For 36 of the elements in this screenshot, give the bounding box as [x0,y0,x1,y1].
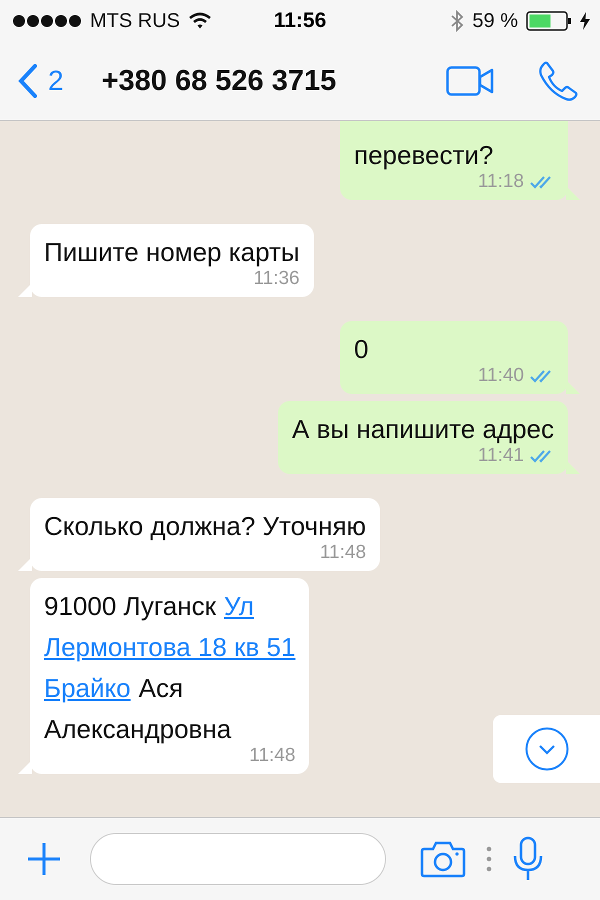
message-text: Пишите номер карты [44,236,300,269]
back-button[interactable]: 2 [18,63,64,99]
message-time: 11:48 [249,744,296,768]
address-link[interactable]: Брайко [44,668,131,709]
message-time: 11:40 [478,364,524,388]
message-input-field[interactable] [90,833,386,885]
wifi-icon [188,12,212,30]
message-time: 11:48 [320,541,366,565]
contact-phone-number: +380 68 526 3715 [102,64,338,98]
video-call-icon[interactable] [446,66,494,96]
more-dots-icon [486,846,492,872]
microphone-icon[interactable] [512,836,544,882]
battery-percent: 59 % [472,10,518,32]
message-text: 91000 Луганск [44,590,216,623]
chevron-down-icon [524,727,568,771]
address-link[interactable]: Ул [224,586,254,627]
charging-icon [580,12,590,30]
message-time: 11:36 [253,267,300,291]
clock-time: 11:56 [272,9,328,33]
message-text: Сколько должна? Уточняю [44,510,366,543]
address-link[interactable]: Лермонтова 18 кв 51 [44,627,296,668]
carrier-name: MTS RUS [90,10,180,32]
signal-icon [12,14,82,28]
message-time: 11:41 [478,444,524,468]
message-text: Ася [138,672,184,705]
battery-icon [526,11,572,31]
phone-call-icon[interactable] [538,61,578,101]
camera-icon[interactable] [420,840,466,878]
bluetooth-icon [450,10,464,32]
scroll-down-button[interactable] [493,715,600,783]
message-text: перевести? [354,139,494,172]
message-text: Александровна [44,713,232,746]
plus-icon[interactable] [26,841,62,877]
message-text: А вы напишите адрес [292,413,554,446]
message-time: 11:18 [478,170,524,194]
message-text: 0 [354,333,368,366]
